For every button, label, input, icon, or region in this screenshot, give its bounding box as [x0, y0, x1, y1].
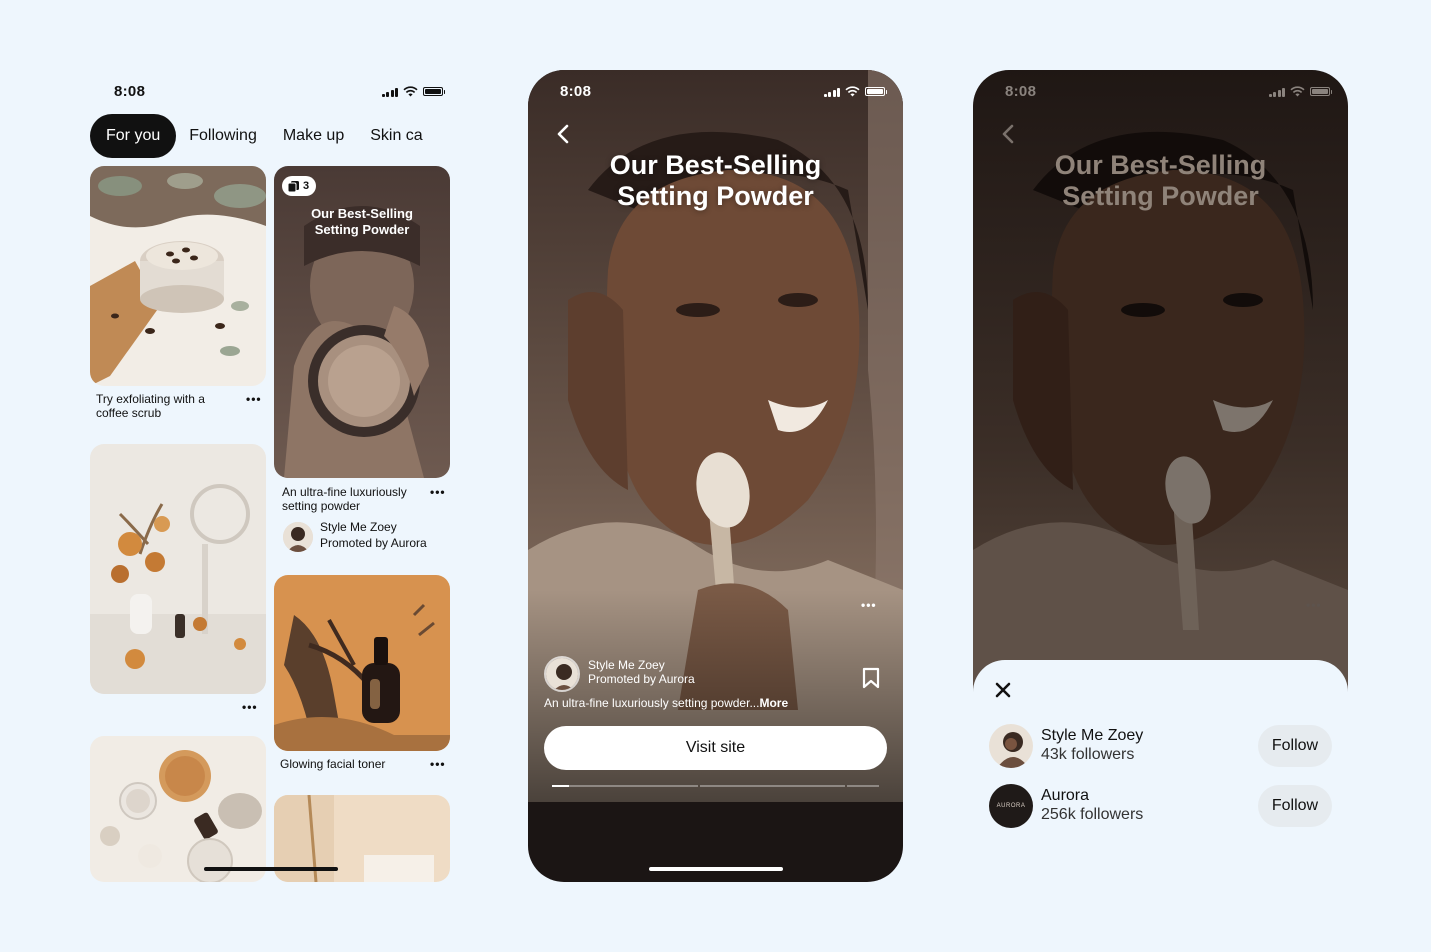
save-icon[interactable]: [862, 667, 880, 689]
status-bar: 8:08: [90, 70, 465, 114]
feed-tabs: For you Following Make up Skin ca: [90, 114, 465, 158]
avatar[interactable]: [544, 656, 580, 692]
pin-decor[interactable]: [90, 444, 266, 694]
home-indicator: [204, 867, 338, 871]
signal-icon: [381, 87, 398, 97]
creator-bottom-sheet: Style Me Zoey 43k followers Follow AUROR…: [973, 660, 1348, 882]
avatar-image: [283, 522, 313, 552]
battery-icon: [865, 87, 887, 96]
pin-facial-toner[interactable]: [274, 575, 450, 751]
signal-icon: [823, 87, 840, 97]
tab-for-you[interactable]: For you: [90, 114, 177, 158]
closeup-title: Our Best-Selling Setting Powder: [973, 150, 1348, 212]
creator-sheet-screen: 8:08 Our Best-Selling Setting Powder •••…: [973, 70, 1348, 882]
status-time: 8:08: [1005, 83, 1037, 100]
aurora-logo: AURORA: [996, 803, 1026, 809]
more-icon: •••: [1306, 598, 1322, 612]
avatar-image: [989, 724, 1033, 768]
pin-caption-toner: Glowing facial toner: [280, 757, 386, 771]
more-icon[interactable]: •••: [861, 598, 877, 612]
closeup-screen: 8:08 Our Best-Selling Setting Powder •••…: [528, 70, 903, 882]
status-time: 8:08: [114, 83, 146, 100]
home-feed-screen: 8:08 For you Following Make up Skin ca T…: [90, 70, 465, 882]
signal-icon: [1268, 87, 1285, 97]
progress-segment: [552, 785, 698, 787]
more-icon[interactable]: •••: [430, 757, 446, 771]
closeup-description: An ultra-fine luxuriously setting powder…: [544, 696, 788, 710]
home-indicator: [649, 867, 783, 871]
pin-caption-coffee-scrub: Try exfoliating with a coffee scrub: [96, 392, 205, 420]
sheet-user-name[interactable]: Aurora: [1041, 787, 1089, 805]
battery-icon: [423, 87, 445, 96]
close-icon[interactable]: [995, 682, 1011, 698]
avatar[interactable]: [283, 522, 313, 552]
follow-button[interactable]: Follow: [1258, 785, 1332, 827]
carousel-count: 3: [303, 180, 310, 192]
coffee-scrub-image: [90, 166, 266, 386]
status-time: 8:08: [560, 83, 592, 100]
bath-items-image: [90, 736, 266, 882]
progress-bar: [552, 785, 880, 787]
avatar[interactable]: [989, 724, 1033, 768]
wifi-icon: [1290, 86, 1305, 97]
follow-button[interactable]: Follow: [1258, 725, 1332, 767]
promo-pin-title: Our Best-Selling Setting Powder: [274, 206, 450, 238]
wifi-icon: [403, 86, 418, 97]
pin-caption-promo: An ultra-fine luxuriously setting powder: [282, 485, 407, 513]
pin-promo-setting-powder[interactable]: 3 Our Best-Selling Setting Powder: [274, 166, 450, 478]
more-link[interactable]: More: [759, 696, 788, 710]
promo-creator-name[interactable]: Style Me Zoey: [320, 520, 397, 534]
closeup-creator[interactable]: Style Me Zoey: [588, 658, 665, 672]
progress-segment: [699, 785, 845, 787]
closeup-title: Our Best-Selling Setting Powder: [528, 150, 903, 212]
tab-following[interactable]: Following: [176, 114, 270, 158]
carousel-badge: 3: [282, 176, 317, 196]
carousel-icon: [288, 180, 299, 192]
promo-sponsor-label: Promoted by Aurora: [320, 536, 427, 550]
more-icon[interactable]: •••: [242, 700, 258, 714]
back-chevron-icon[interactable]: [552, 122, 576, 146]
facial-toner-image: [274, 575, 450, 751]
closeup-description-text: An ultra-fine luxuriously setting powder…: [544, 696, 760, 710]
more-icon[interactable]: •••: [246, 392, 262, 406]
tab-make-up[interactable]: Make up: [270, 114, 357, 158]
closeup-title-line1: Our Best-Selling: [1054, 150, 1267, 180]
closeup-title-line2: Setting Powder: [1062, 181, 1259, 211]
sheet-user-followers: 256k followers: [1041, 806, 1144, 823]
visit-site-button[interactable]: Visit site: [544, 726, 887, 770]
promo-title-line2: Setting Powder: [314, 222, 410, 237]
progress-segment: [847, 785, 880, 787]
more-icon[interactable]: •••: [430, 485, 446, 499]
sheet-user-name[interactable]: Style Me Zoey: [1041, 727, 1143, 745]
status-bar: 8:08: [528, 70, 903, 114]
pin-coffee-scrub[interactable]: [90, 166, 266, 386]
tab-skin-care[interactable]: Skin ca: [357, 114, 435, 158]
status-bar: 8:08: [973, 70, 1348, 114]
pin-bath-items[interactable]: [90, 736, 266, 882]
closeup-sponsor: Promoted by Aurora: [588, 672, 695, 686]
closeup-title-line1: Our Best-Selling: [609, 150, 822, 180]
promo-title-line1: Our Best-Selling: [311, 206, 413, 221]
decor-image: [90, 444, 266, 694]
wifi-icon: [845, 86, 860, 97]
back-chevron-icon[interactable]: [997, 122, 1021, 146]
avatar[interactable]: AURORA: [989, 784, 1033, 828]
sheet-user-followers: 43k followers: [1041, 746, 1135, 763]
closeup-title-line2: Setting Powder: [617, 181, 814, 211]
battery-icon: [1310, 87, 1332, 96]
